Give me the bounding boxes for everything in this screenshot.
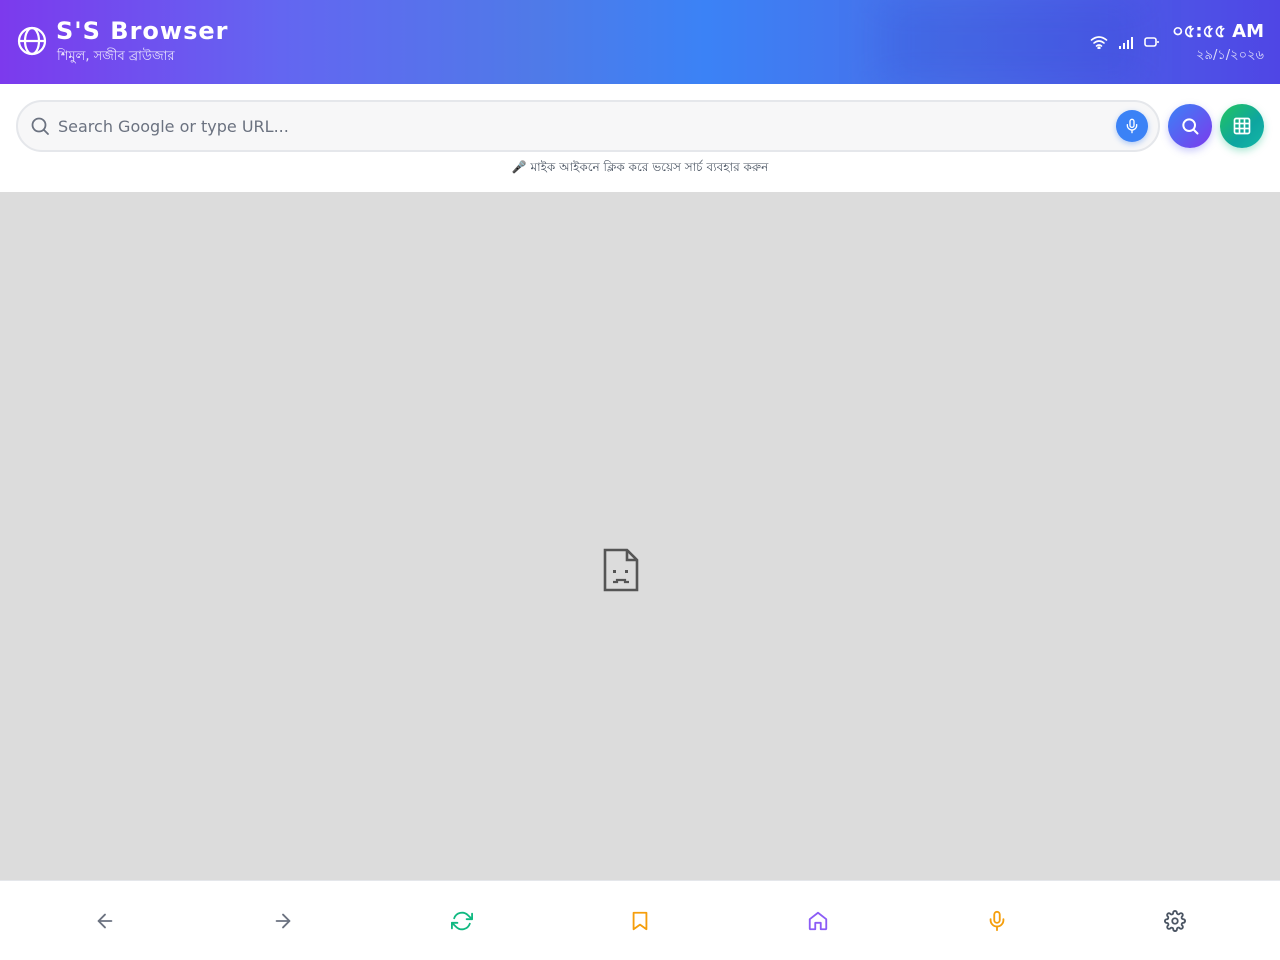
search-bar	[16, 100, 1160, 152]
arrow-left-icon	[97, 913, 113, 929]
bottom-navigation	[0, 880, 1280, 960]
bookmark-button[interactable]	[628, 909, 652, 933]
voice-search-hint: 🎤 মাইক আইকনে ক্লিক করে ভয়েস সার্চ ব্যবহ…	[511, 160, 769, 174]
settings-button[interactable]	[1163, 909, 1187, 933]
app-subtitle: শিমুল, সজীব ব্রাউজার	[57, 49, 175, 64]
broken-page-icon	[603, 548, 639, 592]
voice-button[interactable]	[985, 909, 1009, 933]
battery-icon	[1144, 36, 1160, 48]
clock-time: ০৫:৫৫ AM	[1171, 21, 1264, 42]
search-input[interactable]	[58, 114, 1098, 138]
globe-icon	[17, 26, 47, 56]
wifi-icon	[1090, 35, 1108, 49]
refresh-icon	[451, 911, 473, 931]
signal-icon	[1118, 35, 1134, 49]
apps-grid-button[interactable]	[1220, 104, 1264, 148]
app-title: S'S Browser	[56, 17, 229, 45]
status-bar	[1090, 33, 1160, 51]
web-content-frame	[0, 192, 1280, 880]
home-icon	[808, 911, 828, 931]
search-icon	[1182, 118, 1199, 135]
refresh-button[interactable]	[450, 909, 474, 933]
grid-icon	[1233, 117, 1251, 135]
forward-button[interactable]	[271, 909, 295, 933]
arrow-right-icon	[275, 913, 291, 929]
voice-search-button[interactable]	[1116, 110, 1148, 142]
search-button[interactable]	[1168, 104, 1212, 148]
app-header: S'S Browser শিমুল, সজীব ব্রাউজার ০৫:৫৫ A…	[0, 0, 1280, 84]
clock-date: ২৯/১/২০২৬	[1196, 48, 1264, 63]
microphone-icon	[1126, 118, 1138, 134]
home-button[interactable]	[806, 909, 830, 933]
settings-icon	[1164, 910, 1186, 932]
microphone-icon	[989, 910, 1005, 932]
back-button[interactable]	[93, 909, 117, 933]
bookmark-icon	[632, 911, 648, 931]
search-icon	[31, 117, 49, 135]
